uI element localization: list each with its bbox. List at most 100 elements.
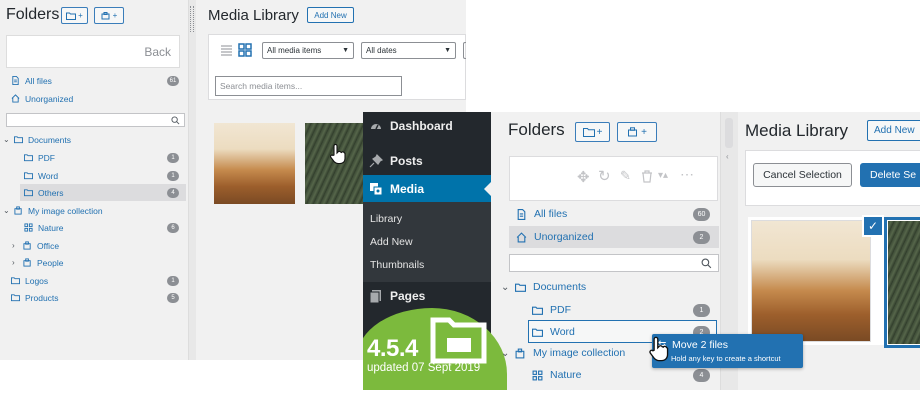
media-thumbnail[interactable]	[751, 220, 871, 342]
chevron-down-icon[interactable]: ⌄	[501, 282, 511, 293]
move-icon[interactable]: ✥	[577, 168, 590, 186]
tree-label: Documents	[533, 281, 587, 293]
media-type-select[interactable]: All media items ▼	[262, 42, 354, 59]
new-folder-button[interactable]: +	[575, 122, 610, 142]
dropdown-arrow-icon: ▼	[444, 47, 451, 54]
tree-item-unorganized[interactable]: Unorganized	[516, 226, 594, 248]
collection-icon	[23, 258, 31, 267]
menu-label: Posts	[390, 154, 423, 168]
tree-item-products[interactable]: Products	[11, 289, 59, 306]
tree-item-unorganized[interactable]: Unorganized	[11, 90, 73, 107]
media-thumbnail[interactable]	[214, 123, 295, 204]
tree-label: Logos	[25, 275, 49, 286]
folder-icon	[24, 189, 33, 197]
submenu-library[interactable]: Library	[370, 213, 402, 225]
delete-selected-button[interactable]: Delete Se	[860, 163, 920, 187]
folder-breadcrumb-box: Back	[6, 35, 180, 68]
back-link[interactable]: Back	[144, 45, 171, 59]
tree-item-logos[interactable]: Logos	[11, 272, 48, 289]
tree-item-pdf[interactable]: PDF	[532, 299, 571, 321]
home-icon	[516, 231, 527, 242]
count-badge: 6	[167, 223, 179, 233]
pin-icon	[369, 154, 383, 168]
submenu-thumbnails[interactable]: Thumbnails	[370, 259, 424, 271]
chevron-right-icon[interactable]: ›	[12, 241, 20, 250]
chevron-down-icon[interactable]: ⌄	[3, 135, 11, 144]
tree-item-nature[interactable]: Nature	[532, 364, 582, 386]
menu-dashboard[interactable]: Dashboard	[363, 112, 491, 140]
tree-item-word[interactable]: Word	[24, 167, 58, 184]
tree-item-others[interactable]: Others	[24, 184, 64, 201]
add-new-button[interactable]: Add New	[867, 120, 920, 141]
bulk-select-button[interactable]	[463, 42, 466, 59]
tree-item-my-image-collection[interactable]: ⌄ My image collection	[501, 342, 625, 364]
new-folder-button[interactable]: +	[61, 7, 88, 24]
menu-media[interactable]: Media	[363, 175, 491, 203]
wp-admin-sidebar: Dashboard Posts Media Library Add New Th…	[363, 112, 507, 390]
media-icon	[370, 183, 383, 196]
dropdown-arrow-icon: ▼	[342, 47, 349, 54]
panel-resize-handle[interactable]	[188, 0, 196, 360]
count-badge: 61	[167, 76, 179, 86]
new-collection-button[interactable]: +	[617, 122, 657, 142]
collapse-arrow-icon[interactable]: ‹	[726, 152, 729, 161]
grid-view-icon[interactable]	[238, 43, 252, 57]
tree-label: Documents	[28, 134, 71, 145]
check-icon[interactable]: ✓	[862, 215, 884, 237]
collection-icon	[515, 348, 525, 358]
tree-item-documents[interactable]: ⌄ Documents	[3, 131, 71, 148]
tree-label: All files	[534, 208, 568, 220]
edit-icon[interactable]: ✎	[620, 168, 631, 184]
folder-icon	[11, 277, 20, 285]
add-new-button[interactable]: Add New	[307, 7, 354, 23]
update-date: updated 07 Sept 2019	[367, 362, 481, 374]
tree-item-people[interactable]: › People	[12, 254, 63, 271]
menu-label: Pages	[390, 289, 426, 303]
folder-filter-input[interactable]	[509, 254, 719, 272]
list-view-icon[interactable]	[220, 44, 233, 56]
tree-item-office[interactable]: › Office	[12, 237, 59, 254]
menu-label: Media	[390, 182, 425, 196]
collection-icon	[14, 206, 22, 215]
menu-posts[interactable]: Posts	[363, 147, 491, 175]
trash-icon[interactable]	[641, 170, 653, 183]
folder-filter-input[interactable]	[6, 113, 185, 127]
more-icon[interactable]: ⋯	[680, 166, 694, 183]
menu-pages[interactable]: Pages	[363, 282, 491, 310]
grip-icon	[725, 118, 733, 148]
hand-cursor-icon	[649, 336, 669, 362]
folder-icon	[24, 172, 33, 180]
media-thumbnail[interactable]	[888, 221, 920, 344]
media-library-title: Media Library	[745, 121, 848, 140]
tree-label: Office	[37, 240, 60, 251]
tree-item-nature[interactable]: Nature	[24, 219, 64, 236]
count-badge: 1	[167, 276, 179, 286]
count-badge: 1	[167, 171, 179, 181]
new-collection-button[interactable]: +	[94, 7, 124, 24]
folder-icon	[532, 328, 543, 337]
tree-item-pdf[interactable]: PDF	[24, 149, 55, 166]
folders-title: Folders	[6, 6, 60, 23]
cancel-selection-button[interactable]: Cancel Selection	[753, 163, 852, 187]
menu-label: Dashboard	[390, 119, 453, 133]
count-badge: 4	[693, 369, 710, 382]
tree-item-all-files[interactable]: All files	[516, 203, 567, 225]
dashboard-icon	[371, 124, 381, 130]
tree-item-my-image-collection[interactable]: ⌄ My image collection	[3, 202, 103, 219]
chevron-right-icon[interactable]: ›	[12, 258, 20, 267]
tree-item-documents[interactable]: ⌄ Documents	[501, 276, 586, 298]
refresh-icon[interactable]: ↻	[598, 167, 611, 185]
count-badge: 2	[693, 231, 710, 244]
tree-label: Nature	[550, 369, 582, 381]
pages-icon	[369, 290, 381, 303]
date-select[interactable]: All dates ▼	[361, 42, 456, 59]
chevron-down-icon[interactable]: ⌄	[501, 348, 511, 359]
tooltip-title: Move 2 files	[672, 339, 729, 351]
chevron-down-icon[interactable]: ⌄	[3, 206, 11, 215]
tree-item-word[interactable]: Word	[532, 321, 575, 343]
tree-item-all-files[interactable]: All files	[11, 72, 52, 89]
sort-icon[interactable]: ▾▴	[658, 170, 668, 181]
search-media-input[interactable]: Search media items...	[215, 76, 402, 96]
submenu-add-new[interactable]: Add New	[370, 236, 413, 248]
tree-label: Nature	[38, 222, 64, 233]
